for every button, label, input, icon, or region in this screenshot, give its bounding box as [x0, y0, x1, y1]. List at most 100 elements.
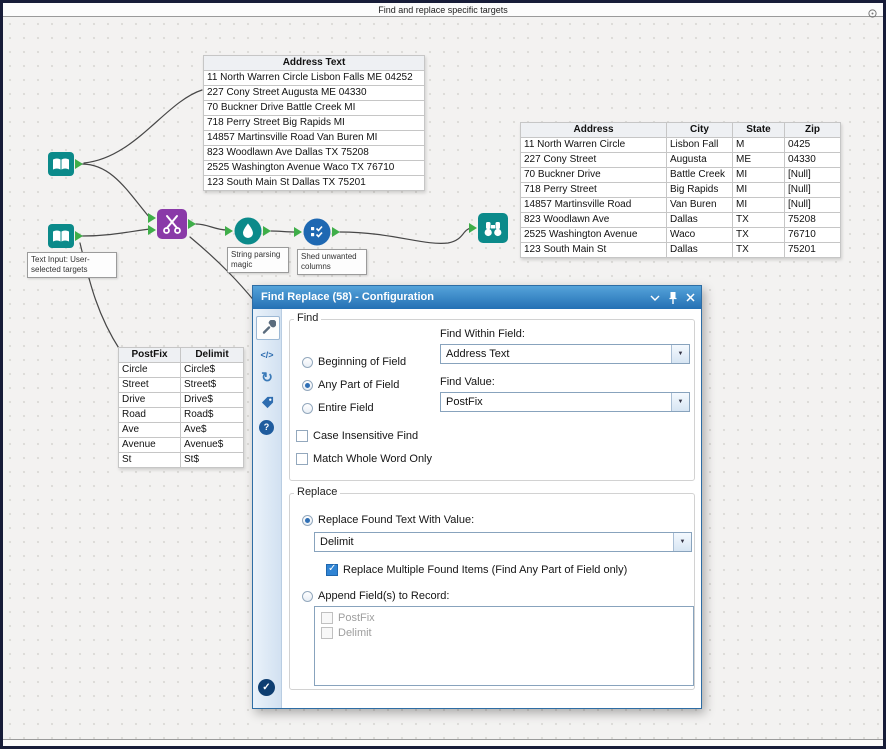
table-row: RoadRoad$	[119, 408, 244, 423]
dropdown-arrow-icon[interactable]: ▼	[671, 345, 689, 363]
column-header: City	[667, 123, 733, 138]
radio-label[interactable]: Append Field(s) to Record:	[318, 590, 449, 602]
cell: MI	[733, 198, 785, 213]
dropdown-arrow-icon[interactable]: ▼	[671, 393, 689, 411]
cell: Drive$	[181, 393, 244, 408]
table-row: 123 South Main St Dallas TX 75201	[204, 176, 425, 191]
config-panel-title: Find Replace (58) - Configuration	[261, 291, 434, 303]
radio-any-part-of-field[interactable]: Any Part of Field	[302, 379, 399, 391]
pin-icon[interactable]	[668, 291, 678, 305]
table-title: Address Text	[204, 56, 425, 71]
checkbox-checked-icon[interactable]	[326, 564, 338, 576]
radio-icon[interactable]	[302, 403, 313, 414]
radio-icon[interactable]	[302, 357, 313, 368]
cell: ME	[733, 153, 785, 168]
cell: Drive	[119, 393, 181, 408]
radio-icon-selected[interactable]	[302, 380, 313, 391]
cell: Dallas	[667, 243, 733, 258]
cell: 823 Woodlawn Ave Dallas TX 75208	[204, 146, 425, 161]
checkbox-label[interactable]: Replace Multiple Found Items (Find Any P…	[343, 564, 627, 576]
droplet-icon	[234, 217, 262, 245]
scissors-icon	[157, 209, 187, 239]
sync-icon[interactable]: ↻	[253, 369, 281, 386]
radio-icon-selected[interactable]	[302, 515, 313, 526]
text-input-tool-addresses[interactable]	[48, 152, 74, 181]
find-replace-tool[interactable]	[157, 209, 187, 244]
tag-icon[interactable]	[253, 396, 281, 414]
radio-label[interactable]: Replace Found Text With Value:	[318, 514, 474, 526]
append-option-postfix: PostFix	[321, 612, 375, 624]
table-row: 2525 Washington Avenue Waco TX 76710	[521, 228, 841, 243]
match-whole-word-checkbox[interactable]: Match Whole Word Only	[296, 453, 432, 465]
table-header-row: Address City State Zip	[521, 123, 841, 138]
checkbox-label[interactable]: Case Insensitive Find	[313, 430, 418, 442]
apply-check-icon[interactable]: ✓	[258, 679, 275, 696]
radio-entire-field[interactable]: Entire Field	[302, 402, 374, 414]
radio-label[interactable]: Any Part of Field	[318, 379, 399, 391]
find-value-dropdown[interactable]: PostFix ▼	[440, 392, 690, 412]
wrench-tab[interactable]	[256, 316, 280, 340]
formula-annotation[interactable]: String parsing magic	[227, 247, 289, 273]
browse-tool[interactable]	[478, 213, 508, 248]
radio-append-fields[interactable]: Append Field(s) to Record:	[302, 590, 449, 602]
replace-multiple-checkbox[interactable]: Replace Multiple Found Items (Find Any P…	[326, 564, 627, 576]
formula-tool[interactable]	[234, 217, 262, 250]
table-row: 2525 Washington Avenue Waco TX 76710	[204, 161, 425, 176]
code-icon[interactable]: </>	[253, 350, 281, 360]
cell: TX	[733, 243, 785, 258]
cell: 11 North Warren Circle	[521, 138, 667, 153]
checkbox-icon[interactable]	[296, 453, 308, 465]
table-row: 70 Buckner Drive Battle Creek MI [Null]	[521, 168, 841, 183]
cell: Avenue	[119, 438, 181, 453]
dropdown-arrow-icon[interactable]: ▼	[673, 533, 691, 551]
cell: Big Rapids	[667, 183, 733, 198]
column-header: PostFix	[119, 348, 181, 363]
cell: M	[733, 138, 785, 153]
cell: Road	[119, 408, 181, 423]
text-input-tool-targets[interactable]	[48, 224, 74, 253]
find-within-field-label: Find Within Field:	[440, 328, 525, 340]
find-value-label: Find Value:	[440, 376, 495, 388]
window-control-icon[interactable]	[868, 5, 877, 14]
bottom-strip	[3, 739, 883, 746]
config-panel-titlebar[interactable]: Find Replace (58) - Configuration	[253, 286, 701, 309]
cell: 14857 Martinsville Road Van Buren MI	[204, 131, 425, 146]
table-row: AvenueAvenue$	[119, 438, 244, 453]
cell: 823 Woodlawn Ave	[521, 213, 667, 228]
cell: 0425	[785, 138, 841, 153]
append-fields-listbox[interactable]: PostFix Delimit	[314, 606, 694, 686]
help-icon[interactable]: ?	[259, 420, 274, 435]
cell: 70 Buckner Drive	[521, 168, 667, 183]
radio-icon[interactable]	[302, 591, 313, 602]
radio-beginning-of-field[interactable]: Beginning of Field	[302, 356, 406, 368]
case-insensitive-checkbox[interactable]: Case Insensitive Find	[296, 430, 418, 442]
table-row: 823 Woodlawn Ave Dallas TX 75208	[204, 146, 425, 161]
book-icon	[48, 224, 74, 248]
cell: Street	[119, 378, 181, 393]
column-header: Address	[521, 123, 667, 138]
select-tool[interactable]	[303, 218, 331, 251]
checkbox-label[interactable]: Match Whole Word Only	[313, 453, 432, 465]
close-icon[interactable]	[686, 293, 695, 302]
chevron-down-icon[interactable]	[650, 295, 660, 301]
cell: Augusta	[667, 153, 733, 168]
wrench-icon	[260, 320, 276, 336]
cell: Avenue$	[181, 438, 244, 453]
find-group: Beginning of Field Any Part of Field Ent…	[289, 319, 695, 481]
table-row: DriveDrive$	[119, 393, 244, 408]
option-label: Delimit	[338, 627, 372, 639]
dropdown-value: Address Text	[446, 348, 509, 360]
replace-group: Replace Found Text With Value: Delimit ▼…	[289, 493, 695, 690]
find-within-field-dropdown[interactable]: Address Text ▼	[440, 344, 690, 364]
radio-label[interactable]: Entire Field	[318, 402, 374, 414]
table-row: 718 Perry Street Big Rapids MI	[204, 116, 425, 131]
replace-value-dropdown[interactable]: Delimit ▼	[314, 532, 692, 552]
radio-replace-found-text[interactable]: Replace Found Text With Value:	[302, 514, 474, 526]
checkbox-icon[interactable]	[296, 430, 308, 442]
select-annotation[interactable]: Shed unwanted columns	[297, 249, 367, 275]
dropdown-value: PostFix	[446, 396, 483, 408]
cell: 04330	[785, 153, 841, 168]
radio-label[interactable]: Beginning of Field	[318, 356, 406, 368]
cell: TX	[733, 228, 785, 243]
text-input-annotation[interactable]: Text Input: User-selected targets	[27, 252, 117, 278]
